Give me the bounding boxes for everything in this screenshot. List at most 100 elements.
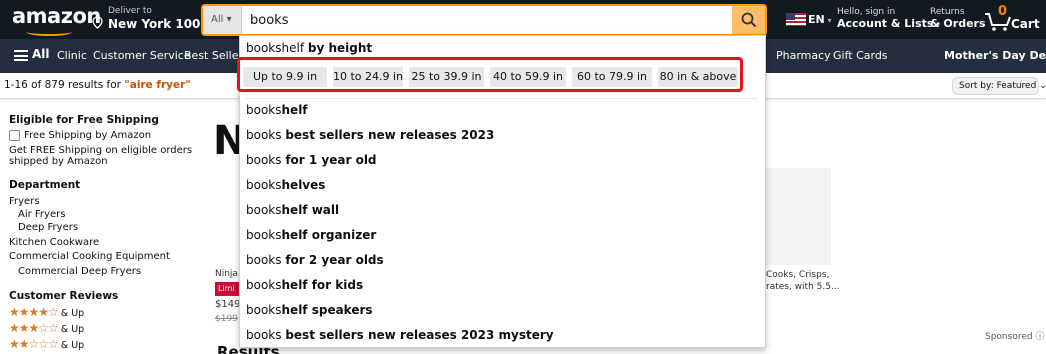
chevron-down-icon: ⌄ (1039, 81, 1046, 91)
language-selector[interactable]: EN ▾ (808, 13, 832, 26)
location-pin-icon (92, 16, 103, 32)
amazon-logo[interactable]: amazon (12, 4, 101, 36)
rating-label: & Up (60, 340, 85, 351)
account-label: Account & Lists ▾ (837, 17, 940, 30)
suggestion-item[interactable]: books best sellers new releases 2023 (246, 128, 494, 142)
rating-filter-4[interactable]: ★★★★☆ & Up (9, 305, 84, 319)
department-link[interactable]: Kitchen Cookware (9, 237, 99, 248)
returns-orders[interactable]: Returns & Orders (930, 7, 986, 30)
free-shipping-heading: Eligible for Free Shipping (9, 114, 159, 126)
free-shipping-desc: shipped by Amazon (9, 156, 108, 167)
search-input[interactable] (244, 6, 734, 34)
info-icon[interactable]: ⓘ (1035, 332, 1044, 342)
language-label: EN (808, 13, 825, 26)
department-link[interactable]: Air Fryers (18, 209, 65, 220)
chip-height-filter[interactable]: 10 to 24.9 in (333, 67, 403, 87)
sponsored-text: Sponsored (985, 332, 1033, 342)
nav-link-mothers-day-deals[interactable]: Mother's Day Deals (944, 49, 1046, 62)
all-menu-label: All (32, 47, 50, 61)
nav-link-clinic[interactable]: Clinic (57, 49, 87, 62)
sort-value: Sort by: Featured (959, 81, 1037, 91)
suggestion-item[interactable]: bookshelf by height (246, 41, 372, 55)
suggestion-item[interactable]: bookshelf (246, 103, 308, 117)
chip-height-filter[interactable]: 80 in & above (658, 67, 738, 87)
logo-text: amazon (12, 4, 101, 28)
chip-height-filter[interactable]: 40 to 59.9 in (490, 67, 566, 87)
search-suggestions: bookshelf by height Up to 9.9 in 10 to 2… (237, 35, 766, 348)
suggestion-item[interactable]: bookshelf for kids (246, 278, 363, 292)
suggestion-bold: for 2 year olds (285, 253, 384, 267)
cart-icon (985, 13, 1011, 31)
nav-link-gift-cards[interactable]: Gift Cards (833, 49, 888, 62)
hamburger-icon (14, 50, 28, 61)
rating-filter-3[interactable]: ★★★☆☆ & Up (9, 321, 84, 335)
suggestion-bold: helves (281, 178, 326, 192)
account-greeting: Hello, sign in (837, 7, 896, 17)
nav-link-customer-service[interactable]: Customer Service (93, 49, 191, 62)
star-rating-icon: ★★★☆☆ (9, 321, 59, 335)
department-link[interactable]: Fryers (9, 196, 40, 207)
suggestion-plain: books (246, 328, 286, 342)
product-title[interactable]: rates, with 5.5... (766, 282, 840, 292)
suggestion-item[interactable]: bookshelves (246, 178, 325, 192)
department-heading: Department (9, 179, 81, 191)
product-price: $149 (215, 299, 241, 310)
suggestion-bold: helf (281, 103, 308, 117)
chip-height-filter[interactable]: 60 to 79.9 in (572, 67, 652, 87)
search-button[interactable] (732, 6, 765, 34)
product-image[interactable] (765, 168, 831, 265)
department-link[interactable]: Deep Fryers (18, 222, 78, 233)
cart-button[interactable]: 0 Cart (984, 4, 1044, 34)
height-filter-chips: Up to 9.9 in 10 to 24.9 in 25 to 39.9 in… (237, 57, 743, 92)
suggestion-bold: helf speakers (281, 303, 373, 317)
suggestion-item[interactable]: books for 1 year old (246, 153, 377, 167)
orders-label: & Orders (930, 17, 986, 30)
suggestion-item[interactable]: bookshelf wall (246, 203, 339, 217)
suggestion-item[interactable]: bookshelf speakers (246, 303, 373, 317)
star-rating-icon: ★★★★☆ (9, 305, 59, 319)
deliver-label: Deliver to (108, 6, 152, 16)
chip-height-filter[interactable]: Up to 9.9 in (243, 67, 327, 87)
suggestion-plain: books (246, 303, 282, 317)
rating-filter-2[interactable]: ★★☆☆☆ & Up (9, 337, 84, 351)
sort-dropdown[interactable]: Sort by: Featured ⌄ (952, 77, 1046, 95)
suggestion-bold: helf wall (281, 203, 340, 217)
product-title[interactable]: Cooks, Crisps, (766, 270, 829, 280)
suggestion-item[interactable]: books for 2 year olds (246, 253, 384, 267)
chip-height-filter[interactable]: 25 to 39.9 in (409, 67, 484, 87)
nav-link-pharmacy[interactable]: Pharmacy (776, 49, 831, 62)
search-icon (741, 12, 756, 28)
sponsored-label: Sponsored ⓘ (985, 329, 1044, 342)
account-lists[interactable]: Hello, sign in Account & Lists ▾ (837, 7, 940, 30)
product-title[interactable]: Ninja (215, 269, 238, 279)
suggestion-plain: books (246, 178, 282, 192)
results-count: 1-16 of 879 results for "aire fryer" (4, 79, 191, 91)
suggestion-plain: bookshelf (246, 41, 308, 55)
divider (246, 98, 758, 99)
suggestion-plain: books (246, 103, 282, 117)
search-category-select[interactable]: All ▾ (203, 6, 242, 34)
cart-label: Cart (1011, 17, 1040, 31)
department-link[interactable]: Commercial Cooking Equipment (9, 251, 170, 262)
suggestion-plain: books (246, 203, 282, 217)
free-shipping-checkbox[interactable] (9, 130, 20, 141)
suggestion-item[interactable]: books best sellers new releases 2023 mys… (246, 328, 554, 342)
caret-down-icon: ▾ (824, 16, 832, 25)
department-link[interactable]: Commercial Deep Fryers (18, 266, 141, 277)
suggestion-bold: by height (307, 41, 373, 55)
suggestion-plain: books (246, 278, 282, 292)
suggestion-bold: best sellers new releases 2023 mystery (285, 328, 554, 342)
suggestion-item[interactable]: bookshelf organizer (246, 228, 376, 242)
free-shipping-option[interactable]: Free Shipping by Amazon (24, 130, 151, 141)
top-nav: amazon Deliver to New York 10010 All ▾ E… (0, 0, 1046, 39)
caret-down-icon: ▾ (226, 14, 232, 25)
results-prefix: 1-16 of 879 results for (4, 79, 125, 91)
us-flag-icon[interactable] (786, 13, 806, 26)
suggestion-bold: for 1 year old (285, 153, 377, 167)
suggestion-bold: helf for kids (281, 278, 364, 292)
account-label-text: Account & Lists (837, 17, 934, 30)
suggestion-plain: books (246, 228, 282, 242)
search-category-value: All (211, 14, 224, 25)
rating-label: & Up (60, 324, 85, 335)
all-menu-button[interactable]: All (14, 47, 50, 61)
